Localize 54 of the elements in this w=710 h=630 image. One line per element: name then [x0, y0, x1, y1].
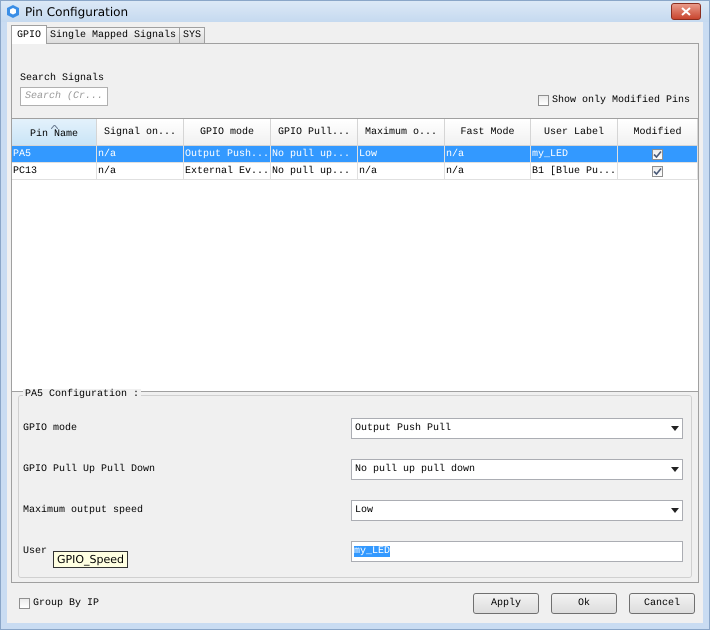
column-header[interactable]: Modified: [618, 119, 698, 145]
search-field[interactable]: Search (Cr...: [20, 87, 108, 106]
dialog-button[interactable]: Cancel: [629, 592, 695, 614]
group-title: PA5 Configuration :: [23, 389, 142, 400]
table-cell: PC13: [12, 163, 97, 179]
dropdown[interactable]: No pull up pull down: [351, 459, 683, 480]
column-header[interactable]: GPIO mode: [184, 119, 271, 145]
caret-icon: [671, 508, 679, 513]
checkbox[interactable]: [538, 95, 549, 106]
sort-icon: [50, 124, 58, 128]
search-label: Search Signals: [20, 73, 106, 84]
column-header[interactable]: Signal on...: [97, 119, 184, 145]
caret-icon: [671, 467, 679, 472]
field-label: User: [23, 546, 48, 557]
column-header[interactable]: User Label: [531, 119, 618, 145]
tab[interactable]: Single Mapped Signals: [46, 27, 180, 43]
tooltip: GPIO_Speed: [53, 551, 128, 568]
checkbox-label: Group By IP: [33, 598, 100, 608]
table-cell: PA5: [12, 146, 97, 162]
field-label: Maximum output speed: [23, 505, 144, 516]
field-label: GPIO mode: [23, 423, 78, 434]
window-title: Pin Configuration: [25, 4, 130, 18]
tab[interactable]: GPIO: [11, 25, 48, 44]
table-cell: n/a: [97, 146, 184, 162]
checkbox[interactable]: [652, 148, 663, 160]
column-header[interactable]: GPIO Pull...: [271, 119, 358, 145]
column-header[interactable]: Fast Mode: [445, 119, 531, 145]
close-icon: [681, 7, 691, 16]
table-cell: n/a: [358, 163, 445, 179]
close-button[interactable]: [671, 3, 701, 20]
table-cell: Low: [358, 146, 445, 162]
table-cell: No pull up...: [271, 163, 358, 179]
checkbox[interactable]: [19, 598, 30, 608]
table-cell: n/a: [97, 163, 184, 179]
table-cell: my_LED: [531, 146, 618, 162]
table-row[interactable]: PC13 n/a External Ev... No pull up... n/a n/a B1 [Blue Pu...: [12, 163, 698, 180]
field-label: GPIO Pull Up Pull Down: [23, 464, 156, 475]
dropdown[interactable]: Low: [351, 500, 683, 521]
table-cell: Output Push...: [184, 146, 271, 162]
dialog-button[interactable]: Ok: [551, 592, 617, 614]
column-header[interactable]: Pin Name: [12, 119, 97, 145]
table-cell: No pull up...: [271, 146, 358, 162]
cube-icon: [7, 5, 19, 18]
dropdown[interactable]: Output Push Pull: [351, 418, 683, 439]
table-cell: External Ev...: [184, 163, 271, 179]
column-header[interactable]: Maximum o...: [358, 119, 445, 145]
checkbox[interactable]: [652, 166, 663, 176]
checkbox-label: Show only Modified Pins: [552, 95, 690, 106]
table-cell: B1 [Blue Pu...: [531, 163, 618, 179]
table-cell: n/a: [445, 146, 531, 162]
caret-icon: [671, 426, 679, 431]
tab[interactable]: SYS: [179, 27, 206, 43]
dialog-button[interactable]: Apply: [473, 592, 539, 614]
table-cell: n/a: [445, 163, 531, 179]
